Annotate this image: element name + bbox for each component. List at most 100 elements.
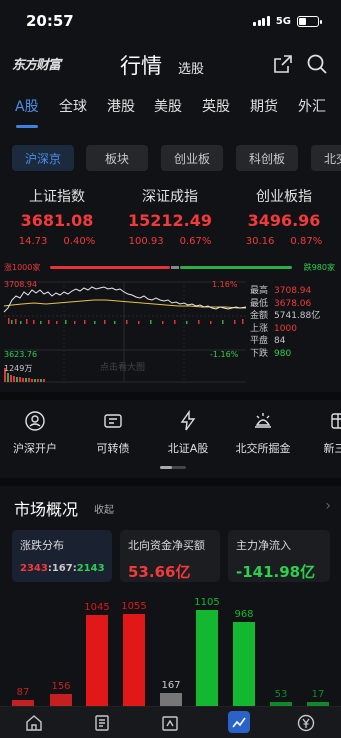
card-northbound[interactable]: 北向资金净买额 53.66亿 xyxy=(120,530,220,582)
card-title: 涨跌分布 xyxy=(20,539,64,552)
card-value: -141.98亿 xyxy=(236,563,316,581)
market-tabs: A股 全球 港股 美股 英股 期货 外汇 xyxy=(0,96,341,128)
quick-link-label: 新三板 xyxy=(323,442,341,455)
news-icon[interactable] xyxy=(92,713,112,733)
active-tab-indicator xyxy=(16,125,38,128)
distribution-bar xyxy=(123,614,145,708)
stat-row: 上涨 1000 xyxy=(250,323,297,334)
tab-forex[interactable]: 外汇 xyxy=(298,96,326,116)
chart-hint: 点击看大图 xyxy=(100,363,146,373)
tab-us[interactable]: 美股 xyxy=(154,96,182,116)
distribution-bar-label: 156 xyxy=(51,681,71,693)
card-distribution[interactable]: 涨跌分布 2343 : 167 : 2143 xyxy=(12,530,112,582)
price-line xyxy=(3,286,247,313)
subtab-sh-sz-bj[interactable]: 沪深京 xyxy=(12,145,74,171)
distribution-bar-label: 1045 xyxy=(84,602,110,614)
clock: 20:57 xyxy=(26,12,74,30)
share-icon[interactable] xyxy=(272,53,294,75)
ticket-icon xyxy=(104,414,122,428)
brand-logo: 东方财富 xyxy=(12,58,61,73)
stat-row: 金额 5741.88亿 xyxy=(250,311,321,321)
distribution-bar-label: 968 xyxy=(234,609,254,621)
quick-links: 沪深开户 可转债 北证A股 北交所掘金 新三板 xyxy=(0,410,341,464)
quick-link-label: 北证A股 xyxy=(167,442,209,455)
distribution-bar xyxy=(86,615,108,708)
chart-pct-high: 1.16% xyxy=(212,280,238,289)
index-value: 3681.08 xyxy=(20,211,94,230)
sunrise-icon xyxy=(255,413,271,428)
home-icon[interactable] xyxy=(24,713,44,733)
index-change: 100.93 xyxy=(128,236,164,247)
app-header: 东方财富 行情 选股 xyxy=(0,42,341,86)
volume-bars xyxy=(8,318,244,324)
quick-link-neeq[interactable]: 新三板 xyxy=(305,410,341,456)
chart-pct-low: -1.16% xyxy=(210,350,239,359)
distribution-bar-label: 1055 xyxy=(121,601,147,613)
distribution-bar-chart: 87 156 1045 1055 167 1105 968 53 17 xyxy=(0,590,341,708)
split-up: 2343 xyxy=(20,563,48,574)
quick-link-label: 沪深开户 xyxy=(13,442,57,455)
status-bar: 20:57 5G xyxy=(0,0,341,42)
index-value: 3496.96 xyxy=(247,211,321,230)
battery-icon xyxy=(297,15,322,27)
index-card-shenzhen[interactable]: 深证成指 15212.49 100.93 0.67% xyxy=(113,186,227,247)
quick-link-convertible[interactable]: 可转债 xyxy=(78,410,148,456)
stat-row: 下跌 980 xyxy=(250,348,292,359)
index-pct: 0.40% xyxy=(63,236,96,247)
overview-header: 市场概况 收起 › xyxy=(0,492,341,519)
distribution-bar xyxy=(233,622,255,708)
tab-hk[interactable]: 港股 xyxy=(107,96,135,116)
intraday-chart[interactable]: 3708.94 1.16% 3623.76 -1.16% 1249万 点击看大图… xyxy=(0,278,341,384)
subtab-chinext[interactable]: 创业板 xyxy=(161,145,223,171)
tab-a-shares[interactable]: A股 xyxy=(15,96,39,116)
card-main-inflow[interactable]: 主力净流入 -141.98亿 xyxy=(228,530,330,582)
market-chart-icon[interactable] xyxy=(229,713,249,733)
up-flat-down-split: 2343 : 167 : 2143 xyxy=(20,563,105,574)
stat-row: 最高 3708.94 xyxy=(250,286,312,296)
quick-link-bse-explore[interactable]: 北交所掘金 xyxy=(228,410,298,456)
user-add-icon xyxy=(25,411,45,431)
card-value: 53.66亿 xyxy=(128,563,191,581)
card-title: 主力净流入 xyxy=(236,539,291,552)
index-card-shanghai[interactable]: 上证指数 3681.08 14.73 0.40% xyxy=(0,186,114,247)
chart-y-low: 3623.76 xyxy=(4,350,38,359)
chart-volume: 1249万 xyxy=(4,364,33,373)
subtab-bse[interactable]: 北交所 xyxy=(311,145,341,171)
distribution-bar-label: 87 xyxy=(16,687,30,699)
collapse-button[interactable]: 收起 xyxy=(94,501,114,516)
index-name: 上证指数 xyxy=(29,189,85,205)
quick-link-bse-a[interactable]: 北证A股 xyxy=(153,410,223,456)
grid-icon xyxy=(331,413,341,429)
trade-icon[interactable] xyxy=(296,713,316,733)
signal-icon xyxy=(253,16,270,26)
tab-global[interactable]: 全球 xyxy=(59,96,87,116)
distribution-bar-label: 167 xyxy=(161,680,181,692)
tab-uk[interactable]: 英股 xyxy=(202,96,230,116)
quick-link-open-account[interactable]: 沪深开户 xyxy=(0,410,70,456)
tab-futures[interactable]: 期货 xyxy=(250,96,278,116)
index-change: 14.73 xyxy=(18,236,48,247)
index-card-chinext[interactable]: 创业板指 3496.96 30.16 0.87% xyxy=(227,186,341,247)
stat-row: 最低 3678.06 xyxy=(250,298,312,309)
page-title: 行情 xyxy=(120,54,162,78)
section-divider xyxy=(0,392,341,400)
distribution-bar-label: 53 xyxy=(274,689,288,700)
subtab-sectors[interactable]: 板块 xyxy=(86,145,148,171)
index-name: 深证成指 xyxy=(142,189,198,205)
down-ratio-bar xyxy=(180,266,292,269)
index-pct: 0.87% xyxy=(290,236,323,247)
carousel-thumb xyxy=(160,466,172,469)
index-value: 15212.49 xyxy=(127,211,212,230)
watchlist-icon[interactable] xyxy=(160,713,180,733)
quick-link-label: 北交所掘金 xyxy=(235,442,291,455)
chevron-right-icon[interactable]: › xyxy=(325,498,331,514)
chart-y-high: 3708.94 xyxy=(4,280,38,289)
flat-ratio-bar xyxy=(171,266,179,269)
stock-pick-button[interactable]: 选股 xyxy=(178,58,204,77)
distribution-bar-label: 1105 xyxy=(194,597,220,608)
search-icon[interactable] xyxy=(305,52,329,76)
index-change: 30.16 xyxy=(245,236,275,247)
section-divider xyxy=(0,478,341,486)
subtab-star[interactable]: 科创板 xyxy=(236,145,298,171)
index-pct: 0.67% xyxy=(179,236,212,247)
